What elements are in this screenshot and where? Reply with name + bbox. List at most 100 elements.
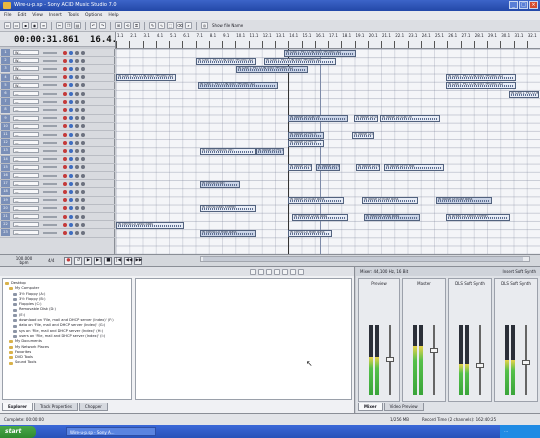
track-name[interactable]: —	[13, 123, 39, 129]
render-icon[interactable]: ◉	[31, 22, 38, 29]
track-volume-slider[interactable]	[43, 231, 57, 234]
show-file-name-label[interactable]: Show file Name	[212, 23, 243, 28]
volume-fader[interactable]	[476, 363, 484, 368]
solo-icon[interactable]	[75, 230, 79, 235]
audio-clip[interactable]: W Noise DJ Buzz Bass	[362, 197, 418, 205]
track-volume-slider[interactable]	[43, 158, 57, 161]
fader-track[interactable]	[433, 325, 435, 395]
stop-button[interactable]: ■	[104, 256, 113, 265]
track-volume-slider[interactable]	[43, 133, 57, 136]
record-arm-icon[interactable]	[63, 107, 67, 112]
erase-tool-icon[interactable]: ⌫	[176, 22, 183, 29]
menu-tools[interactable]: Tools	[68, 13, 79, 18]
menu-file[interactable]: File	[4, 13, 12, 18]
volume-fader[interactable]	[386, 357, 394, 362]
solo-icon[interactable]	[75, 83, 79, 88]
start-button[interactable]: start	[0, 425, 36, 438]
tab-video-preview[interactable]: Video Preview	[383, 403, 424, 411]
paste-icon[interactable]: ▤	[74, 22, 81, 29]
mute-icon[interactable]	[69, 140, 73, 145]
solo-icon[interactable]	[75, 206, 79, 211]
solo-icon[interactable]	[75, 58, 79, 63]
track-name[interactable]: —	[13, 230, 39, 236]
record-arm-icon[interactable]	[63, 91, 67, 96]
solo-icon[interactable]	[75, 173, 79, 178]
fader-track[interactable]	[479, 325, 481, 395]
audio-clip[interactable]: W Reprise Drop Bass	[292, 213, 348, 221]
track-header[interactable]: 17—	[0, 180, 115, 189]
track-volume-slider[interactable]	[43, 190, 57, 193]
mute-icon[interactable]	[69, 173, 73, 178]
track-header[interactable]: 1 W...	[0, 49, 115, 58]
timeline-ruler[interactable]: 1.1 2.1 3.1 4.1 5.1 6.1 7.1 8.1 9.1 10.1 11.1 12.1 1…	[115, 32, 540, 49]
track-name[interactable]: W...	[13, 50, 39, 56]
track-name[interactable]: W...	[13, 66, 39, 72]
track-volume-slider[interactable]	[43, 84, 57, 87]
fx-icon[interactable]	[81, 198, 85, 203]
record-arm-icon[interactable]	[63, 116, 67, 121]
solo-icon[interactable]	[75, 181, 79, 186]
track-volume-slider[interactable]	[43, 125, 57, 128]
tab-explorer[interactable]: Explorer	[2, 403, 33, 411]
preview-play-icon[interactable]	[274, 268, 280, 275]
track-header[interactable]: 7—	[0, 98, 115, 107]
track-header[interactable]: 16—	[0, 172, 115, 181]
taskbar-item-acid[interactable]: Wire-u-p.sp - Sony A...	[66, 427, 156, 436]
fx-icon[interactable]	[81, 116, 85, 121]
track-name[interactable]: —	[13, 148, 39, 154]
fx-icon[interactable]	[81, 58, 85, 63]
track-name[interactable]: —	[13, 222, 39, 228]
minimize-button[interactable]: _	[509, 1, 518, 9]
record-arm-icon[interactable]	[63, 124, 67, 129]
draw-tool-icon[interactable]: ✎	[149, 22, 156, 29]
track-volume-slider[interactable]	[43, 141, 57, 144]
solo-icon[interactable]	[75, 198, 79, 203]
track-volume-slider[interactable]	[43, 51, 57, 54]
playhead-cursor[interactable]	[288, 49, 289, 254]
save-icon[interactable]: ▪	[22, 22, 29, 29]
record-arm-icon[interactable]	[63, 99, 67, 104]
track-header[interactable]: 22—	[0, 221, 115, 230]
record-arm-icon[interactable]	[63, 58, 67, 63]
solo-icon[interactable]	[75, 124, 79, 129]
record-arm-icon[interactable]	[63, 66, 67, 71]
track-volume-slider[interactable]	[43, 182, 57, 185]
fx-icon[interactable]	[81, 214, 85, 219]
track-volume-slider[interactable]	[43, 199, 57, 202]
zoom-tool-icon[interactable]: ⌕	[185, 22, 192, 29]
track-header[interactable]: 8—	[0, 106, 115, 115]
track-volume-slider[interactable]	[43, 108, 57, 111]
fx-icon[interactable]	[81, 75, 85, 80]
mute-icon[interactable]	[69, 189, 73, 194]
track-header[interactable]: 2 W...	[0, 57, 115, 66]
track-name[interactable]: —	[13, 173, 39, 179]
track-header[interactable]: 11—	[0, 131, 115, 140]
audio-clip[interactable]: W Noise DJ Buzz Bass	[288, 197, 344, 205]
track-header[interactable]: 12—	[0, 139, 115, 148]
menu-view[interactable]: View	[32, 13, 43, 18]
track-volume-slider[interactable]	[43, 215, 57, 218]
track-name[interactable]: —	[13, 107, 39, 113]
open-folder-icon[interactable]: ▭	[13, 22, 20, 29]
solo-icon[interactable]	[75, 91, 79, 96]
fx-icon[interactable]	[81, 91, 85, 96]
track-header[interactable]: 21—	[0, 213, 115, 222]
record-arm-icon[interactable]	[63, 230, 67, 235]
solo-icon[interactable]	[75, 214, 79, 219]
fx-icon[interactable]	[81, 140, 85, 145]
undo-icon[interactable]: ↶	[90, 22, 97, 29]
solo-icon[interactable]	[75, 165, 79, 170]
track-header[interactable]: 13—	[0, 147, 115, 156]
mute-icon[interactable]	[69, 124, 73, 129]
mute-icon[interactable]	[69, 230, 73, 235]
tab-chopper[interactable]: Chopper	[78, 403, 108, 411]
fx-icon[interactable]	[81, 222, 85, 227]
tab-mixer[interactable]: Mixer	[358, 403, 383, 411]
timeline-horizontal-scrollbar[interactable]	[200, 256, 530, 262]
envelope-tool-icon[interactable]: ∿	[158, 22, 165, 29]
track-volume-slider[interactable]	[43, 117, 57, 120]
audio-clip[interactable]: W Noise DJ Plu It	[352, 131, 374, 139]
mute-icon[interactable]	[69, 99, 73, 104]
rewind-button[interactable]: ◀◀	[124, 256, 133, 265]
track-name[interactable]: —	[13, 115, 39, 121]
